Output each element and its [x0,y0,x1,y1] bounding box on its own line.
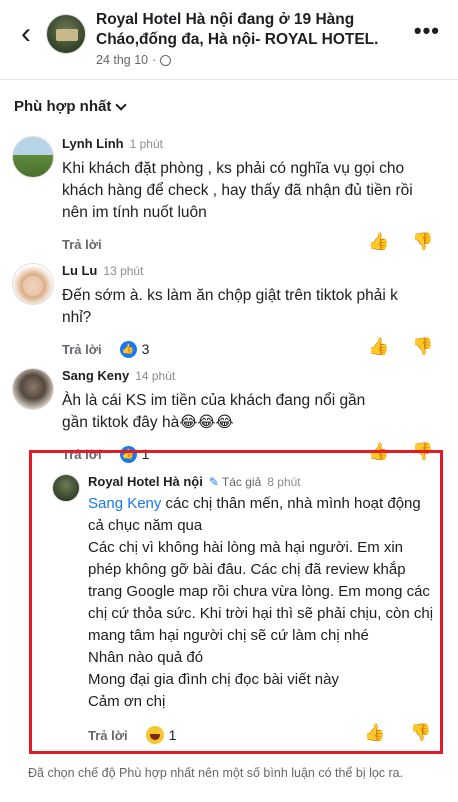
filter-note: Đã chọn chế độ Phù hợp nhất nên một số b… [28,766,404,780]
like-icon: 👍 [119,445,137,463]
comment-item: Sang Keny 14 phút Àh là cái KS im tiền c… [10,368,450,464]
comment-actions: Trả lời 👍 👎 [62,232,450,254]
back-icon[interactable]: ‹ [6,10,46,58]
reaction-summary[interactable]: 1 [145,726,177,744]
post-meta: 24 thg 10 · [96,53,396,67]
filter-label: Phù hợp nhất [14,98,112,115]
comment-text: Khi khách đặt phòng , ks phải có nghĩa v… [62,160,413,221]
thumbs-down-icon[interactable]: 👎 [412,232,433,252]
thumbs-up-icon[interactable]: 👍 [368,442,389,462]
avatar[interactable] [12,136,54,178]
reaction-summary[interactable]: 👍 3 [119,340,150,358]
avatar[interactable] [52,474,80,502]
post-header: ‹ Royal Hotel Hà nội đang ở 19 Hàng Cháo… [0,0,458,78]
page-avatar[interactable] [46,14,86,54]
thumbs-up-icon[interactable]: 👍 [364,723,385,743]
haha-icon [145,726,164,744]
pencil-icon: ✎ [208,475,219,489]
author-badge-label: Tác giả [221,475,262,489]
avatar[interactable] [12,368,54,410]
comment-author[interactable]: Lu Lu [62,263,97,278]
reply-button[interactable]: Trả lời [62,237,102,252]
comment-actions: Trả lời 👍 3 👍 👎 [62,337,450,359]
comment-author[interactable]: Royal Hotel Hà nội [88,474,203,489]
comment-text: Đến sớm à. ks làm ăn chộp giật trên tikt… [62,287,398,326]
like-icon: 👍 [119,340,137,358]
header-divider [0,79,458,80]
post-date: 24 thg 10 [96,53,149,67]
reaction-summary[interactable]: 👍 1 [119,445,150,463]
thumbs-up-icon[interactable]: 👍 [368,232,389,252]
page-title[interactable]: Royal Hotel Hà nội đang ở 19 Hàng Cháo,đ… [96,10,396,50]
comment-text: Àh là cái KS im tiền của khách đang nổi … [62,392,366,431]
reply-item: Royal Hotel Hà nội ✎ Tác giả 8 phút Sang… [52,474,442,745]
reaction-count: 1 [141,446,150,462]
thumbs-down-icon[interactable]: 👎 [410,723,431,743]
comment-time: 1 phút [129,137,163,151]
author-badge: ✎ Tác giả [209,475,261,489]
comment-author[interactable]: Sang Keny [62,368,129,383]
header-text: Royal Hotel Hà nội đang ở 19 Hàng Cháo,đ… [96,10,396,67]
reaction-count: 1 [168,727,177,743]
reply-button[interactable]: Trả lời [88,728,128,743]
chevron-down-icon [115,98,127,111]
comment-time: 13 phút [103,264,144,278]
mention-link[interactable]: Sang Keny [88,495,161,512]
comment-time: 8 phút [267,475,301,489]
reply-body: các chị thân mến, nhà mình hoạt động cả … [88,495,434,710]
meta-separator: · [152,53,157,67]
more-options-icon[interactable]: ••• [414,18,440,44]
globe-icon [160,54,172,66]
reply-button[interactable]: Trả lời [62,447,102,462]
comment-item: Lynh Linh 1 phút Khi khách đặt phòng , k… [10,136,450,254]
comment-sort-filter[interactable]: Phù hợp nhất [14,98,127,115]
comment-item: Lu Lu 13 phút Đến sớm à. ks làm ăn chộp … [10,263,450,359]
thumbs-down-icon[interactable]: 👎 [412,442,433,462]
comment-actions: Trả lời 👍 1 👍 👎 [62,442,450,464]
comment-actions: Trả lời 1 👍 👎 [88,723,442,745]
comment-text: Sang Keny các chị thân mến, nhà mình hoạ… [88,493,434,713]
comment-time: 14 phút [135,369,176,383]
reply-button[interactable]: Trả lời [62,342,102,357]
thumbs-up-icon[interactable]: 👍 [368,337,389,357]
comment-author[interactable]: Lynh Linh [62,136,124,151]
thumbs-down-icon[interactable]: 👎 [412,337,433,357]
reaction-count: 3 [141,341,150,357]
avatar[interactable] [12,263,54,305]
